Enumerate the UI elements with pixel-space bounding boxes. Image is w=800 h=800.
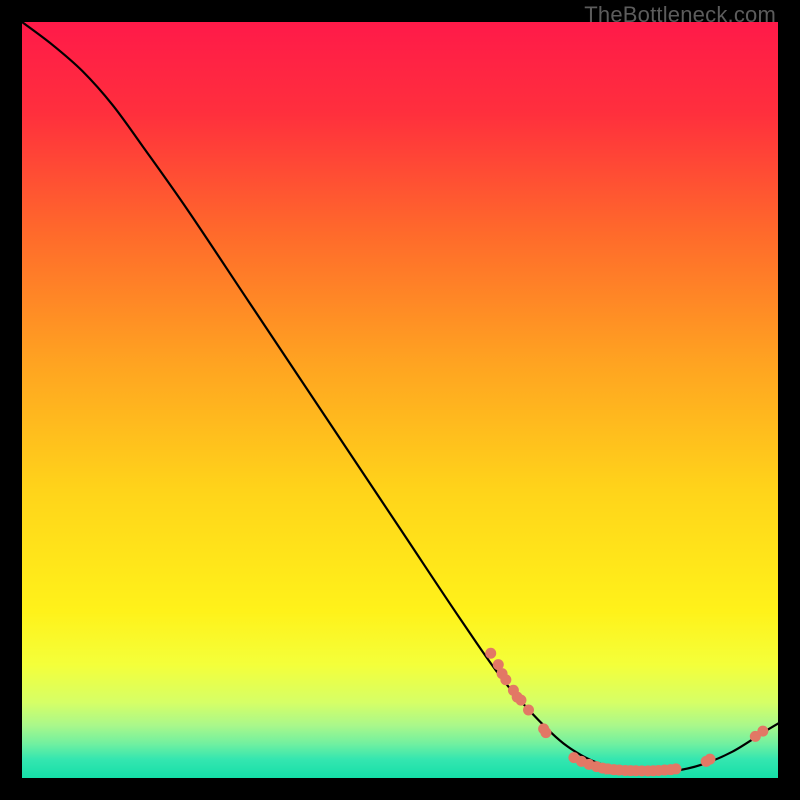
scatter-dot [704, 754, 715, 765]
chart-svg: AMD 8040 [22, 22, 778, 778]
scatter-dot [757, 726, 768, 737]
scatter-dot [500, 674, 511, 685]
scatter-dot [485, 648, 496, 659]
scatter-dot [515, 695, 526, 706]
scatter-dot [670, 763, 681, 774]
chart-frame: AMD 8040 [22, 22, 778, 778]
scatter-dot [523, 704, 534, 715]
series-label: AMD 8040 [604, 765, 661, 777]
watermark-text: TheBottleneck.com [584, 2, 776, 28]
scatter-dot [540, 727, 551, 738]
